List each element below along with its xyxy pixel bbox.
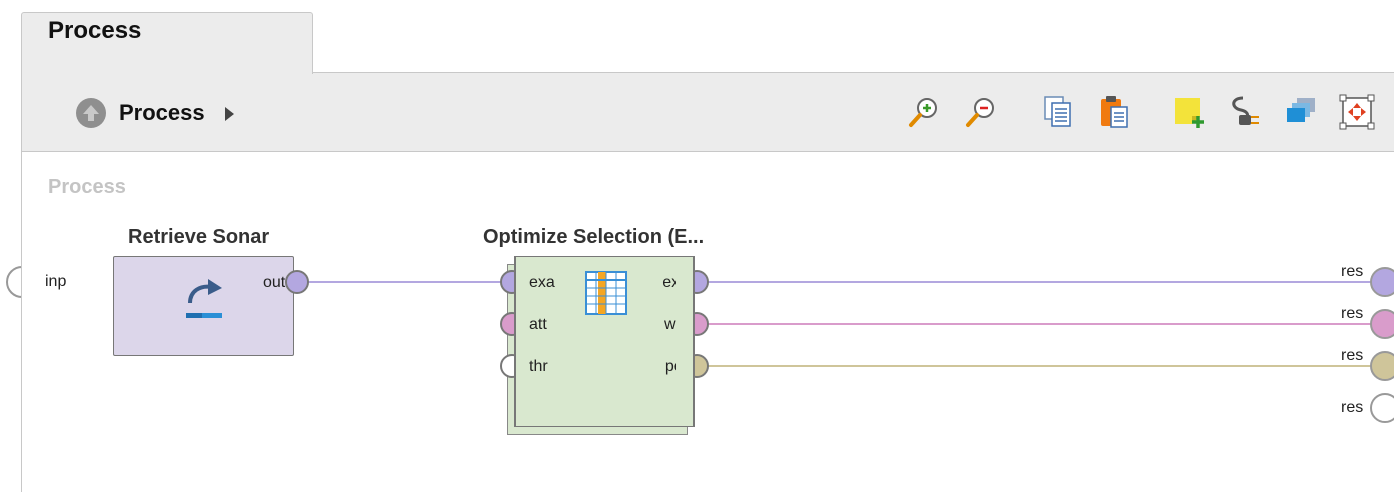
result-port-2[interactable] [1370, 309, 1394, 339]
retrieve-out-port-label: out [263, 274, 286, 291]
optimize-selection-operator[interactable]: exa att thr exa wei per [514, 256, 695, 427]
result-port-label-3: res [1341, 347, 1364, 364]
result-port-4[interactable] [1370, 393, 1394, 423]
retrieve-sonar-operator[interactable]: out [113, 256, 294, 356]
retrieve-out-port[interactable] [285, 270, 309, 294]
optimize-operator-title: Optimize Selection (E... [483, 226, 705, 248]
result-port-label-4: res [1341, 399, 1364, 416]
retrieve-icon [186, 279, 222, 318]
retrieve-operator-title: Retrieve Sonar [128, 226, 270, 248]
result-port-3[interactable] [1370, 351, 1394, 381]
optimize-in-port-label-exa: exa [529, 274, 555, 291]
result-port-label-2: res [1341, 305, 1364, 322]
optimize-in-port-label-thr: thr [529, 358, 548, 375]
result-port-1[interactable] [1370, 267, 1394, 297]
table-icon [585, 271, 627, 315]
result-port-label-1: res [1341, 263, 1364, 280]
process-input-port-label: inp [45, 273, 67, 290]
optimize-in-port-label-att: att [529, 316, 547, 333]
tab-title: Process [48, 17, 142, 44]
